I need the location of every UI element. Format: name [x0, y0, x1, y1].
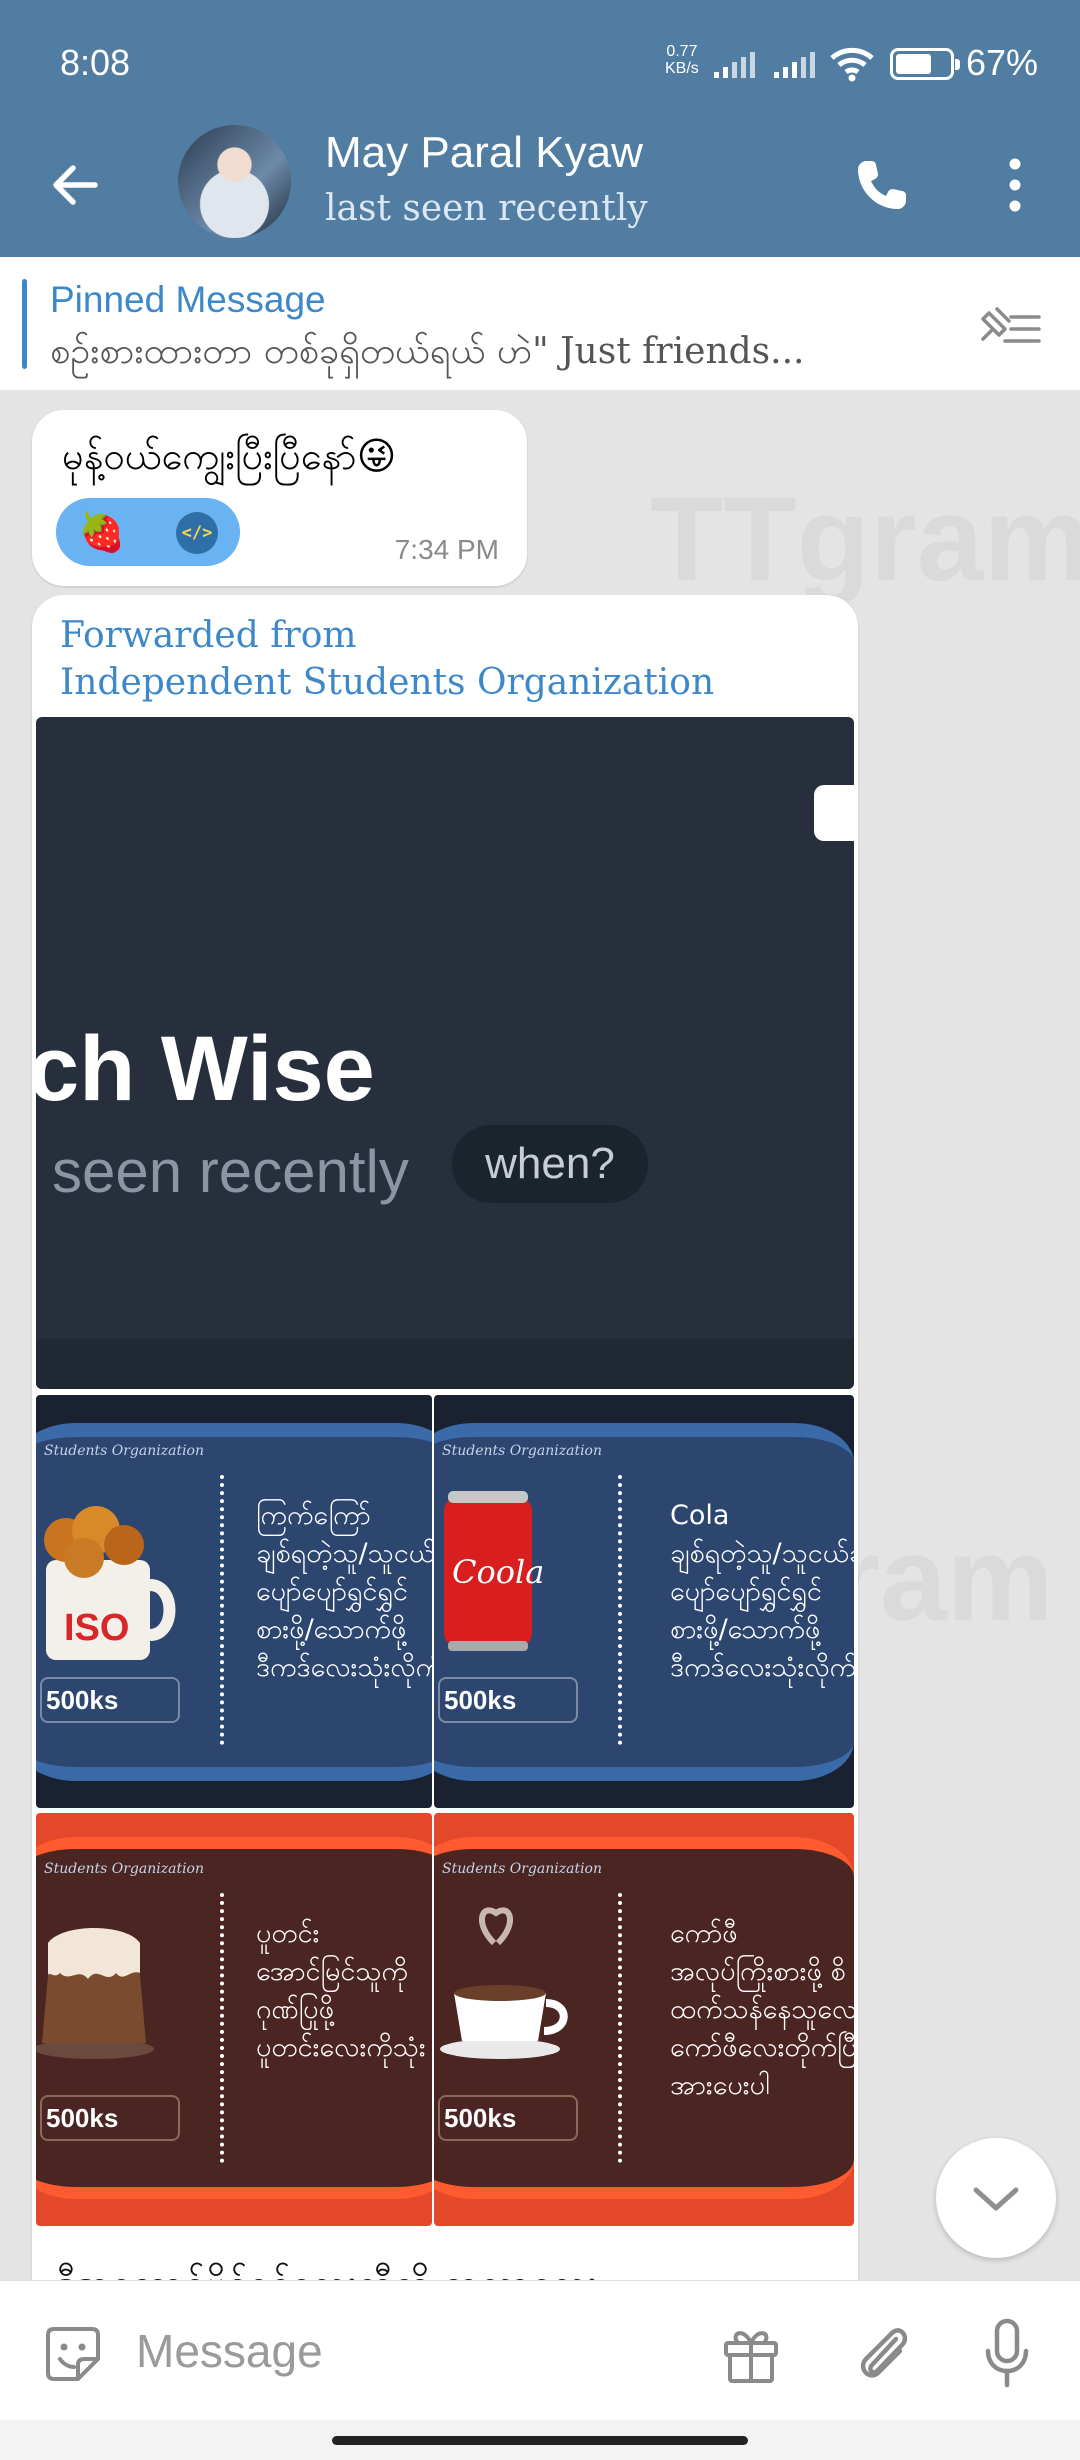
media-tile[interactable]: Students Organization Coola 500ks Cola ခ…: [434, 1395, 854, 1808]
reaction-pill[interactable]: 🍓 </>: [56, 498, 240, 566]
paperclip-icon[interactable]: [850, 2319, 916, 2389]
wifi-icon: [830, 47, 874, 82]
tile-divider: [220, 1893, 224, 2163]
pinned-title: Pinned Message: [50, 279, 326, 320]
tile-price: 500ks: [438, 1677, 578, 1723]
message-time: 7:34 PM: [394, 534, 499, 565]
tile-line: အားပေးပါ: [670, 2070, 770, 2101]
last-seen-status: last seen recently: [325, 188, 648, 229]
network-speed-value: 0.77: [666, 43, 698, 60]
tile-line: ဒီကဒ်လေးသုံးလိုက်: [256, 1652, 432, 1683]
microphone-icon[interactable]: [982, 2317, 1032, 2391]
tile-line: ဂုဏ်ပြုဖို့: [256, 1994, 334, 2025]
tile-line: စားဖို့/သောက်ဖို့: [670, 1614, 821, 1645]
tile-divider: [220, 1475, 224, 1745]
top-bar: 8:08 0.77 KB/s 67% May Paral Kyaw last s…: [0, 0, 1080, 257]
avatar[interactable]: [178, 125, 291, 238]
battery-icon: [890, 48, 960, 80]
gift-icon[interactable]: [718, 2321, 784, 2387]
background-pattern: TTgram: [650, 470, 1080, 608]
pinned-message-bar[interactable]: Pinned Message စဉ်းစားထားတာ တစ်ခုရှိတယ်ရ…: [0, 257, 1080, 390]
scroll-down-button[interactable]: [936, 2138, 1056, 2258]
media-tile[interactable]: Students Organization ISO 500ks ကြက်ကြော…: [36, 1395, 432, 1808]
tile-line: ပူတင်း: [256, 1918, 320, 1949]
phone-icon[interactable]: [852, 155, 912, 215]
tile-price: 500ks: [40, 1677, 180, 1723]
message-text: မုန့်ဝယ်ကျွေးပြီးပြီနော်😜: [62, 434, 397, 478]
message-input[interactable]: [136, 2313, 676, 2389]
tile-org: Students Organization: [44, 1443, 205, 1459]
tile-org: Students Organization: [442, 1443, 603, 1459]
tile-divider: [618, 1475, 622, 1745]
tile-divider: [618, 1893, 622, 2163]
tile-line: ချစ်ရတဲ့သူ/သူငယ်: [256, 1538, 432, 1569]
pin-list-icon[interactable]: [975, 297, 1045, 357]
battery-level: [896, 54, 931, 74]
tile-price: 500ks: [40, 2095, 180, 2141]
tile-line: ဒီကဒ်လေးသုံးလိုက်ပါ: [670, 1652, 854, 1683]
contact-name[interactable]: May Paral Kyaw: [325, 128, 643, 178]
forwarded-source[interactable]: Independent Students Organization: [60, 662, 714, 703]
photo-subtext: seen recently: [52, 1138, 409, 1205]
tile-org: Students Organization: [44, 1861, 205, 1877]
cola-can-icon: Coola: [444, 1491, 544, 1651]
svg-text:ISO: ISO: [64, 1607, 129, 1649]
photo-pill: when?: [452, 1125, 648, 1203]
media-photo[interactable]: ch Wise seen recently when?: [36, 717, 854, 1389]
photo-element: [814, 785, 854, 841]
chat-header: May Paral Kyaw last seen recently: [0, 120, 1080, 257]
tile-description: ကော်ဖီ အလုပ်ကြိုးစားဖို့ စိ ထက်သန်နေသူလေ…: [670, 1915, 854, 2105]
home-handle[interactable]: [332, 2436, 748, 2445]
message-caption: ဒီအကောင်ပိုင်ရင်လေးဆီကို စာလာလေး: [56, 2259, 597, 2280]
coffee-cup-icon: [440, 1907, 568, 2059]
tile-description: ပူတင်း အောင်မြင်သူကို ဂုဏ်ပြုဖို့ ပူတင်း…: [256, 1915, 426, 2067]
signal-icon: [714, 52, 755, 78]
tile-price: 500ks: [438, 2095, 578, 2141]
chevron-down-icon: [973, 2187, 1019, 2211]
photo-text: ch Wise: [36, 1018, 375, 1120]
arrow-left-icon[interactable]: [45, 155, 105, 215]
system-nav-bar: [0, 2420, 1080, 2460]
message-composer: [0, 2280, 1080, 2420]
media-tile[interactable]: Students Organization 500ks ကော်ဖီ အလုပ်…: [434, 1813, 854, 2226]
chat-history[interactable]: TTgram gram မုန့်ဝယ်ကျွေးပြီးပြီနော်😜 🍓 …: [0, 390, 1080, 2280]
tile-description: ကြက်ကြော် ချစ်ရတဲ့သူ/သူငယ် ပျော်ပျော်ရွှ…: [256, 1497, 432, 1687]
tile-line: အောင်မြင်သူကို: [256, 1956, 408, 1987]
pinned-text: စဉ်းစားထားတာ တစ်ခုရှိတယ်ရယ် ဟဲ" Just fri…: [50, 331, 805, 372]
photo-band: [36, 1339, 854, 1389]
forwarded-label: Forwarded from: [60, 615, 357, 656]
status-time: 8:08: [60, 42, 131, 83]
tile-line: ပျော်ပျော်ရွှင်ရွှင်: [256, 1576, 408, 1607]
reaction-emoji: 🍓: [78, 510, 126, 554]
tile-description: Cola ချစ်ရတဲ့သူ/သူငယ်ချ ပျော်ပျော်ရွှင်ရ…: [670, 1497, 854, 1687]
tile-line: ပျော်ပျော်ရွှင်ရွှင်: [670, 1576, 822, 1607]
network-speed: 0.77 KB/s: [665, 43, 699, 77]
tile-line: ကြက်ကြော်: [256, 1500, 371, 1531]
tile-line: စားဖို့/သောက်ဖို့: [256, 1614, 407, 1645]
status-bar: 8:08 0.77 KB/s 67%: [0, 0, 1080, 130]
pinned-indicator: [22, 279, 27, 369]
media-tile[interactable]: Students Organization 500ks ပူတင်း အောင်…: [36, 1813, 432, 2226]
message-bubble[interactable]: မုန့်ဝယ်ကျွေးပြီးပြီနော်😜 🍓 </> 7:34 PM: [32, 410, 527, 586]
svg-text:Coola: Coola: [452, 1553, 544, 1591]
sticker-icon[interactable]: [40, 2321, 106, 2387]
tile-line: Cola: [670, 1500, 730, 1531]
battery-percent: 67%: [966, 42, 1039, 83]
tile-line: ကော်ဖီ: [670, 1918, 738, 1949]
forwarded-message-bubble[interactable]: Forwarded from Independent Students Orga…: [32, 595, 858, 2280]
pudding-icon: [36, 1928, 154, 2059]
tile-line: ချစ်ရတဲ့သူ/သူငယ်ချ: [670, 1538, 854, 1569]
tile-line: ကော်ဖီလေးတိုက်ပြီ: [670, 2032, 854, 2063]
tile-line: ပူတင်းလေးကိုသုံး: [256, 2032, 426, 2063]
signal-icon-2: [774, 52, 815, 78]
network-speed-unit: KB/s: [665, 60, 699, 77]
tile-line: အလုပ်ကြိုးစားဖို့ စိ: [670, 1956, 846, 1987]
coder-icon: </>: [176, 512, 218, 554]
tile-line: ထက်သန်နေသူလေး: [670, 1994, 854, 2025]
fried-chicken-icon: ISO: [44, 1506, 176, 1660]
more-vertical-icon[interactable]: [995, 150, 1035, 220]
